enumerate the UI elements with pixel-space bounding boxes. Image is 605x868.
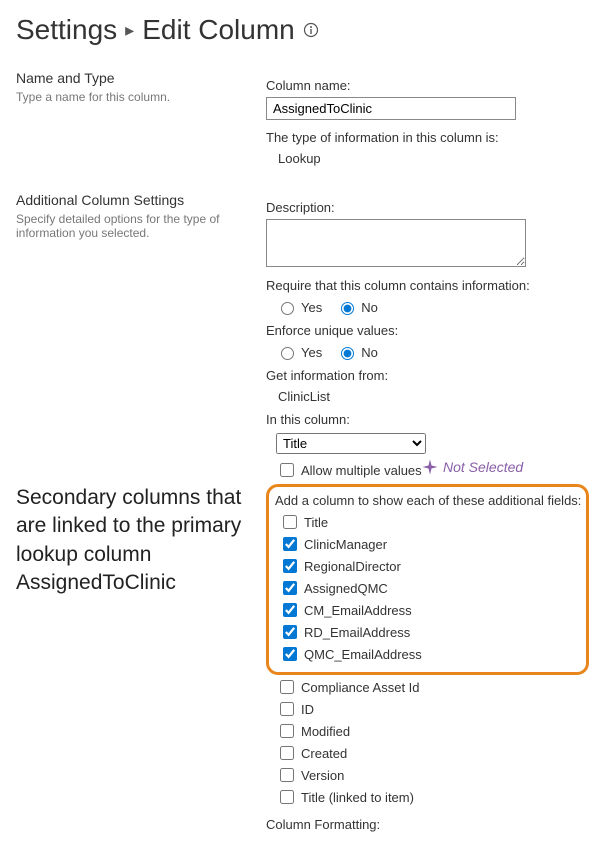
breadcrumb-root[interactable]: Settings <box>16 14 117 46</box>
section-title: Name and Type <box>16 70 256 86</box>
field-row: AssignedQMC <box>279 578 582 598</box>
inthiscol-label: In this column: <box>266 412 589 427</box>
field-label: CM_EmailAddress <box>304 603 412 618</box>
require-no-radio[interactable]: No <box>336 299 378 315</box>
field-checkbox[interactable] <box>283 537 297 551</box>
field-label: ClinicManager <box>304 537 387 552</box>
field-checkbox[interactable] <box>280 768 294 782</box>
require-yes-radio[interactable]: Yes <box>276 299 322 315</box>
field-checkbox[interactable] <box>283 515 297 529</box>
star-icon <box>421 458 439 476</box>
description-label: Description: <box>266 200 589 215</box>
unique-label: Enforce unique values: <box>266 323 589 338</box>
explainer-annotation: Secondary columns that are linked to the… <box>16 484 266 597</box>
field-row: Version <box>276 765 589 785</box>
column-name-label: Column name: <box>266 78 589 93</box>
require-label: Require that this column contains inform… <box>266 278 589 293</box>
field-label: Modified <box>301 724 350 739</box>
field-label: AssignedQMC <box>304 581 388 596</box>
field-checkbox[interactable] <box>283 559 297 573</box>
unique-yes-radio[interactable]: Yes <box>276 344 322 360</box>
column-name-input[interactable] <box>266 97 516 120</box>
field-label: Compliance Asset Id <box>301 680 420 695</box>
field-checkbox[interactable] <box>283 581 297 595</box>
unique-no-radio[interactable]: No <box>336 344 378 360</box>
field-checkbox[interactable] <box>280 702 294 716</box>
field-label: RD_EmailAddress <box>304 625 410 640</box>
column-type-value: Lookup <box>278 151 589 166</box>
field-row: Compliance Asset Id <box>276 677 589 697</box>
column-type-label: The type of information in this column i… <box>266 130 589 145</box>
field-checkbox[interactable] <box>283 603 297 617</box>
field-checkbox[interactable] <box>283 625 297 639</box>
breadcrumb: Settings ▸ Edit Column <box>16 14 589 46</box>
breadcrumb-separator: ▸ <box>125 20 134 41</box>
field-label: Created <box>301 746 347 761</box>
field-checkbox[interactable] <box>283 647 297 661</box>
field-row: Modified <box>276 721 589 741</box>
field-label: RegionalDirector <box>304 559 401 574</box>
getinfo-value: ClinicList <box>278 389 589 404</box>
field-row: CM_EmailAddress <box>279 600 582 620</box>
field-label: Title (linked to item) <box>301 790 414 805</box>
allow-multiple-label: Allow multiple values <box>301 463 422 478</box>
section-name-and-type: Name and Type Type a name for this colum… <box>16 70 589 174</box>
field-row: Title <box>279 512 582 532</box>
field-checkbox[interactable] <box>280 680 294 694</box>
field-row: Title (linked to item) <box>276 787 589 807</box>
additional-fields-highlight: Add a column to show each of these addit… <box>266 484 589 675</box>
field-checkbox[interactable] <box>280 724 294 738</box>
not-selected-annotation: Not Selected <box>421 458 523 476</box>
field-label: Version <box>301 768 344 783</box>
section-desc: Specify detailed options for the type of… <box>16 212 256 240</box>
allow-multiple-checkbox[interactable] <box>280 463 294 477</box>
section-desc: Type a name for this column. <box>16 90 256 104</box>
field-row: QMC_EmailAddress <box>279 644 582 664</box>
info-icon[interactable] <box>303 22 319 38</box>
getinfo-label: Get information from: <box>266 368 589 383</box>
field-checkbox[interactable] <box>280 746 294 760</box>
column-formatting-label: Column Formatting: <box>266 817 589 832</box>
section-title: Additional Column Settings <box>16 192 256 208</box>
addcol-label: Add a column to show each of these addit… <box>275 493 582 508</box>
field-row: RegionalDirector <box>279 556 582 576</box>
field-checkbox[interactable] <box>280 790 294 804</box>
field-row: Created <box>276 743 589 763</box>
field-label: Title <box>304 515 328 530</box>
field-row: ClinicManager <box>279 534 582 554</box>
field-label: ID <box>301 702 314 717</box>
inthiscol-select[interactable]: Title <box>276 433 426 454</box>
field-row: ID <box>276 699 589 719</box>
field-row: RD_EmailAddress <box>279 622 582 642</box>
breadcrumb-current: Edit Column <box>142 14 295 46</box>
field-label: QMC_EmailAddress <box>304 647 422 662</box>
description-input[interactable] <box>266 219 526 267</box>
